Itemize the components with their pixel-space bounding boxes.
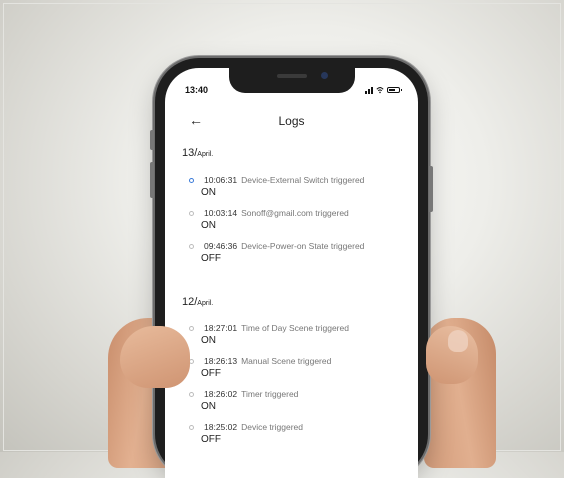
log-time: 18:26:13 xyxy=(204,356,238,366)
log-state: OFF xyxy=(201,434,221,445)
phone-volume-button xyxy=(150,162,154,198)
log-state: ON xyxy=(201,401,216,412)
speaker-icon xyxy=(277,74,307,78)
log-entry-row: 10:06:31 Device-External Switch triggered xyxy=(189,175,364,185)
log-time: 10:03:14 xyxy=(204,208,238,218)
right-thumbnail xyxy=(448,330,468,352)
log-state: ON xyxy=(201,335,216,346)
date-day: 13/ xyxy=(182,147,198,159)
log-state: OFF xyxy=(201,368,221,379)
log-state: ON xyxy=(201,187,216,198)
camera-icon xyxy=(321,72,328,79)
signal-icon xyxy=(365,86,373,94)
timeline-dot-icon xyxy=(189,177,194,183)
log-event: Time of Day Scene triggered xyxy=(241,323,349,333)
log-entry-row: 18:25:02 Device triggered xyxy=(189,422,303,432)
log-event: Device triggered xyxy=(241,422,303,432)
log-entry-row: 18:26:13 Manual Scene triggered xyxy=(189,356,331,366)
date-month: April. xyxy=(197,151,214,158)
timeline-dot-icon xyxy=(189,243,194,249)
timeline-dot-icon xyxy=(189,325,194,331)
log-time: 18:25:02 xyxy=(204,422,238,432)
phone-mute-switch xyxy=(150,130,154,150)
timeline-dot-icon xyxy=(189,424,194,430)
phone-notch xyxy=(229,68,355,93)
phone: 13:40 ← Logs 13/April. 10:06:31 Device-Ext… xyxy=(150,58,433,478)
log-entry: 18:27:01 Time of Day Scene triggered ON xyxy=(189,323,349,346)
status-time: 13:40 xyxy=(185,85,209,95)
date-day: 12/ xyxy=(182,296,198,308)
battery-icon xyxy=(387,87,402,93)
log-event: Manual Scene triggered xyxy=(241,356,332,366)
wifi-icon xyxy=(376,87,384,94)
log-entry-row: 18:27:01 Time of Day Scene triggered xyxy=(189,323,349,333)
date-heading: 12/April. xyxy=(182,296,213,308)
log-entry-row: 18:26:02 Timer triggered xyxy=(189,389,298,399)
left-thumb xyxy=(120,326,190,388)
log-entry-row: 09:46:36 Device-Power-on State triggered xyxy=(189,241,364,251)
log-time: 09:46:36 xyxy=(204,241,238,251)
timeline-dot-icon xyxy=(189,210,194,216)
log-event: Device-Power-on State triggered xyxy=(241,241,365,251)
status-icons xyxy=(365,86,402,94)
phone-screen: 13:40 ← Logs 13/April. 10:06:31 Device-Ext… xyxy=(165,68,418,478)
log-entry: 18:26:02 Timer triggered ON xyxy=(189,389,298,412)
log-event: Sonoff@gmail.com triggered xyxy=(241,208,349,218)
log-entry: 18:26:13 Manual Scene triggered OFF xyxy=(189,356,331,379)
log-entry: 18:25:02 Device triggered OFF xyxy=(189,422,303,445)
timeline-dot-icon xyxy=(189,391,194,397)
log-entry: 09:46:36 Device-Power-on State triggered O… xyxy=(189,241,364,264)
log-event: Device-External Switch triggered xyxy=(241,175,365,185)
log-state: OFF xyxy=(201,253,221,264)
log-entry-row: 10:03:14 Sonoff@gmail.com triggered xyxy=(189,208,349,218)
date-heading: 13/April. xyxy=(182,147,213,159)
log-state: ON xyxy=(201,220,216,231)
date-month: April. xyxy=(197,300,214,307)
log-entry: 10:06:31 Device-External Switch triggered… xyxy=(189,175,364,198)
log-event: Timer triggered xyxy=(241,389,299,399)
log-time: 18:26:02 xyxy=(204,389,238,399)
log-time: 18:27:01 xyxy=(204,323,238,333)
phone-side-button xyxy=(429,166,433,212)
log-time: 10:06:31 xyxy=(204,175,238,185)
log-entry: 10:03:14 Sonoff@gmail.com triggered ON xyxy=(189,208,349,231)
page-title: Logs xyxy=(278,114,305,128)
